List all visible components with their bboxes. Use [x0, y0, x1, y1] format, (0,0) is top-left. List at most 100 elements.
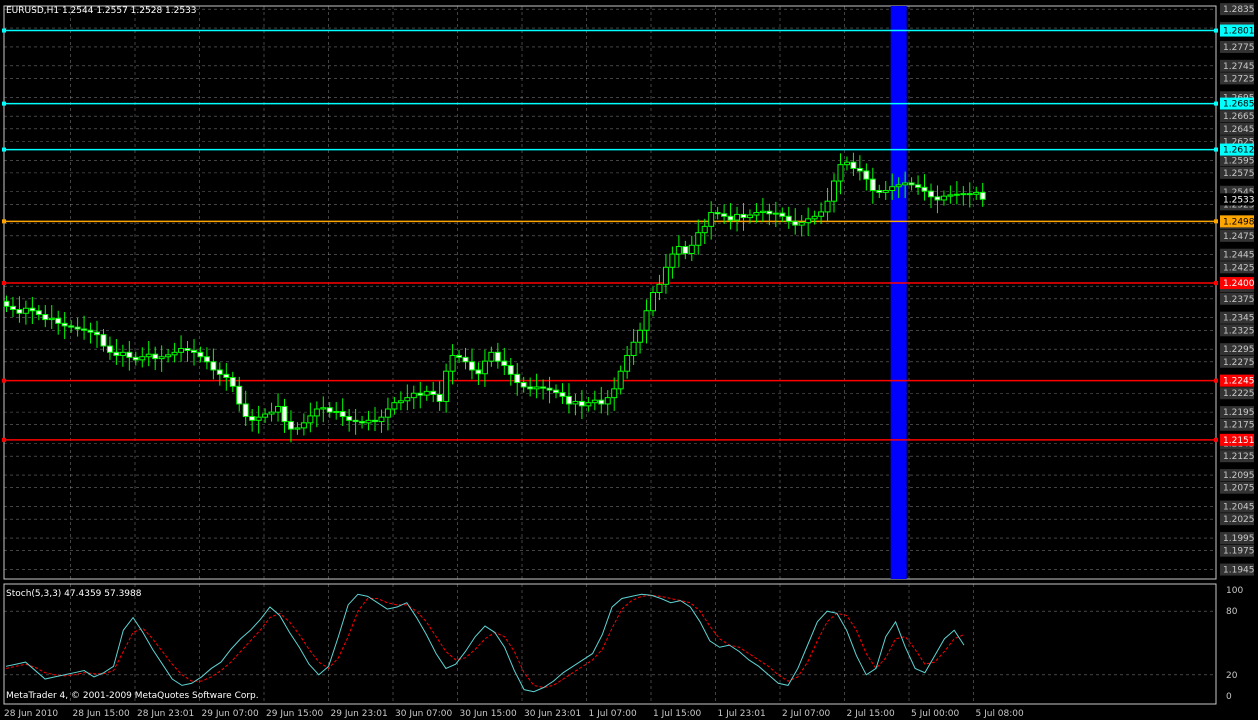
candle-body — [682, 246, 689, 254]
price-tick-label: 1.2025 — [1223, 515, 1255, 525]
copyright-text: MetaTrader 4, © 2001-2009 MetaQuotes Sof… — [6, 691, 259, 701]
candle-body — [410, 392, 417, 399]
stoch-tick-label: 80 — [1226, 607, 1238, 617]
price-tick-label: 1.2595 — [1223, 156, 1255, 166]
candle-body — [863, 170, 870, 180]
candle-body — [798, 222, 805, 226]
price-tick-label: 1.2045 — [1223, 503, 1255, 513]
level-tag-label: 1.2533 — [1223, 195, 1255, 205]
candle-body — [55, 317, 62, 324]
candle-body — [650, 292, 656, 312]
level-tag-label: 1.2151 — [1223, 436, 1255, 446]
candle-body — [572, 400, 579, 405]
candle-body — [132, 356, 139, 361]
price-tick-label: 1.2475 — [1223, 232, 1255, 242]
candle-body — [779, 212, 786, 217]
level-handle — [2, 219, 6, 224]
candle-body — [255, 416, 262, 421]
candle-body — [346, 416, 353, 421]
price-tick-label: 1.2775 — [1223, 43, 1255, 53]
level-tag-label: 1.2612 — [1223, 146, 1255, 156]
level-tag-label: 1.2245 — [1223, 377, 1255, 387]
main-header: EURUSD,H1 1.2544 1.2557 1.2528 1.2533 — [6, 6, 197, 16]
candle-body — [268, 411, 275, 415]
candle-body — [501, 360, 508, 367]
price-tick-label: 1.2295 — [1223, 345, 1255, 355]
candle-body — [365, 419, 372, 424]
candle-body — [850, 161, 857, 169]
candle-body — [895, 184, 902, 188]
highlight-rect — [890, 6, 907, 579]
candle-body — [119, 351, 126, 356]
candle-body — [397, 400, 404, 404]
candle-body — [514, 373, 521, 384]
price-tick-label: 1.1995 — [1223, 534, 1255, 544]
candle-body — [294, 427, 301, 430]
candle-body — [313, 408, 320, 417]
candle-body — [598, 399, 605, 405]
candle-body — [656, 283, 663, 294]
candle-body — [430, 390, 437, 396]
candle-body — [359, 421, 366, 424]
candle-body — [184, 348, 191, 351]
candle-body — [617, 370, 624, 390]
candle-body — [126, 351, 133, 358]
price-tick-label: 1.2445 — [1223, 251, 1255, 261]
candle-body — [87, 329, 94, 333]
candle-body — [578, 400, 585, 407]
candle-body — [216, 369, 223, 375]
candle-body — [805, 218, 812, 224]
candle-body — [837, 164, 844, 182]
candle-body — [915, 184, 922, 188]
time-tick-label: 1 Jul 23:01 — [718, 709, 766, 719]
candle-body — [74, 326, 81, 330]
candle-body — [281, 405, 288, 423]
candle-body — [527, 386, 534, 390]
candle-body — [604, 397, 611, 405]
candle-body — [701, 225, 708, 234]
level-handle — [1214, 147, 1218, 152]
candle-body — [934, 196, 941, 201]
candle-body — [869, 178, 876, 191]
price-axis: 1.28351.28051.27751.27451.27251.26951.26… — [1218, 0, 1256, 580]
candle-body — [553, 389, 560, 394]
candle-body — [488, 351, 495, 362]
candle-body — [966, 193, 973, 196]
price-tick-label: 1.2345 — [1223, 314, 1255, 324]
candle-body — [785, 215, 792, 222]
candle-body — [372, 419, 379, 423]
candle-body — [507, 365, 514, 375]
candle-body — [145, 353, 152, 358]
stoch-header: Stoch(5,3,3) 47.4359 57.3988 — [6, 589, 142, 599]
candle-body — [3, 300, 10, 307]
price-tick-label: 1.2725 — [1223, 74, 1255, 84]
candle-body — [734, 213, 741, 221]
candle-body — [22, 307, 29, 314]
candle-body — [475, 369, 482, 375]
candle-body — [326, 407, 333, 413]
candle-body — [139, 356, 146, 361]
candle-body — [533, 386, 540, 390]
candle-body — [921, 186, 928, 192]
candle-body — [449, 354, 456, 372]
candle-body — [902, 182, 909, 186]
price-tick-label: 1.2665 — [1223, 112, 1255, 122]
candle-body — [81, 328, 88, 331]
time-tick-label: 30 Jun 15:00 — [460, 709, 517, 719]
candle-body — [262, 413, 269, 418]
time-tick-label: 5 Jul 08:00 — [976, 709, 1025, 719]
candle-body — [753, 212, 760, 216]
highlight-bar — [890, 6, 907, 579]
candle-body — [908, 182, 915, 186]
candle-body — [546, 387, 553, 391]
price-tick-label: 1.2195 — [1223, 408, 1255, 418]
candle-body — [540, 386, 547, 389]
candle-body — [404, 397, 411, 402]
candle-body — [229, 377, 236, 387]
time-tick-label: 28 Jun 2010 — [4, 709, 58, 719]
candle-body — [856, 167, 863, 172]
level-handle — [1214, 28, 1218, 33]
candle-body — [630, 341, 637, 356]
candle-body — [165, 354, 172, 358]
level-handle — [2, 281, 6, 286]
